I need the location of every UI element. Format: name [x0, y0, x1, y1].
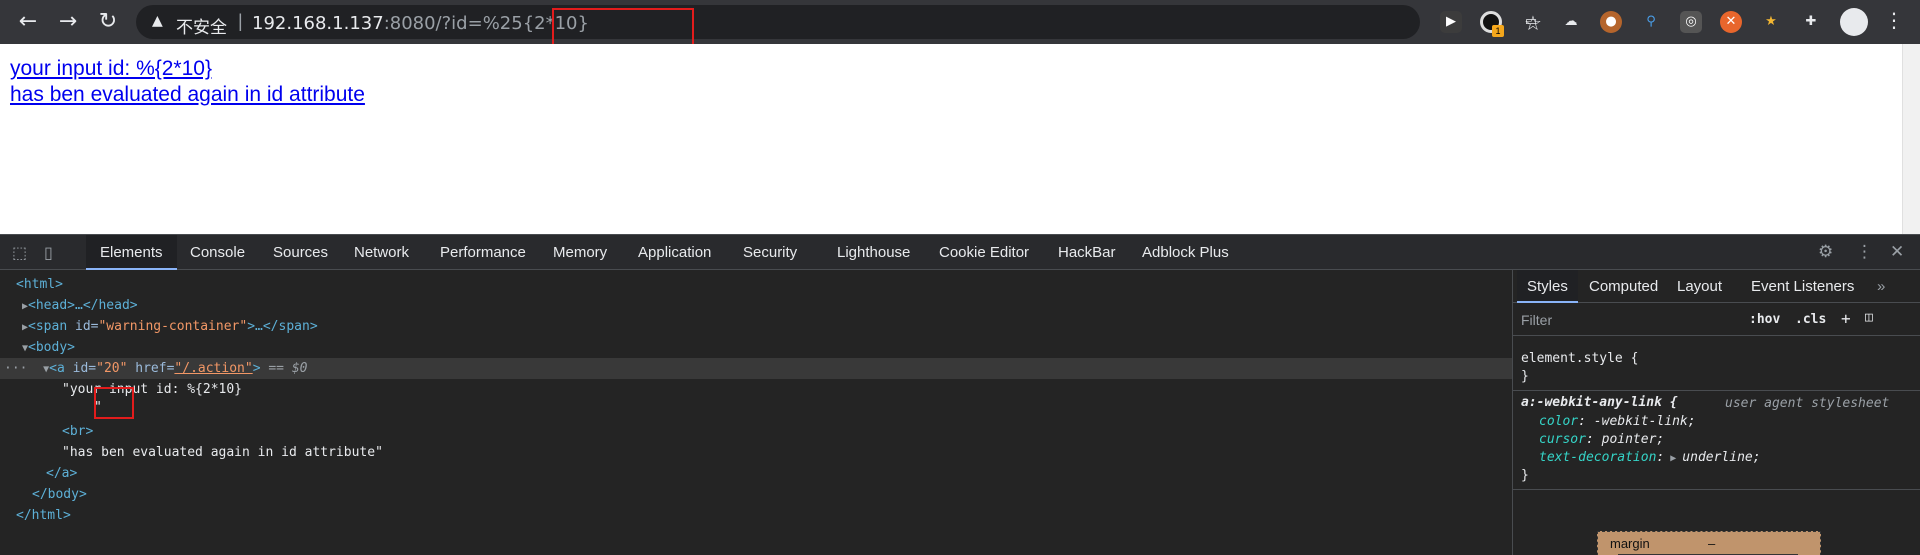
dom-node-html[interactable]: <html> [0, 274, 1512, 295]
hov-toggle[interactable]: :hov [1749, 312, 1780, 327]
tab-adblock-plus[interactable]: Adblock Plus [1142, 235, 1229, 270]
cat-icon[interactable]: ★ [1760, 11, 1782, 33]
tab-security[interactable]: Security [743, 235, 797, 270]
box-model-diagram[interactable]: margin – [1597, 531, 1821, 555]
dom-node-br[interactable]: <br> [0, 421, 1512, 442]
tab-hackbar[interactable]: HackBar [1058, 235, 1116, 270]
cloud-icon[interactable]: ☁ [1560, 11, 1582, 33]
puzzle-icon[interactable]: ✚ [1800, 11, 1822, 33]
devtools-panel: ⬚ ▯ Elements Console Sources Network Per… [0, 234, 1920, 555]
ua-prop-text-decoration[interactable]: text-decoration: ▶ underline; [1539, 449, 1761, 468]
glasses-icon[interactable]: ◎ [1680, 11, 1702, 33]
new-rule-icon[interactable]: + [1841, 309, 1851, 328]
avatar[interactable] [1840, 8, 1868, 36]
ua-rule-close: } [1521, 468, 1529, 483]
pin-icon[interactable]: ⚲ [1640, 11, 1662, 33]
inspect-element-icon[interactable]: ⬚ [12, 243, 27, 262]
link-line-1: your input id: %{2*10} [10, 57, 212, 80]
result-link[interactable]: your input id: %{2*10} has ben evaluated… [10, 56, 365, 108]
page-viewport: your input id: %{2*10} has ben evaluated… [0, 44, 1920, 234]
settings-gear-icon[interactable]: ⚙ [1818, 242, 1833, 262]
ua-prop-cursor[interactable]: cursor: pointer; [1539, 431, 1664, 449]
dom-node-head[interactable]: ▶<head>…</head> [0, 295, 1512, 316]
dom-text-1-end[interactable]: " [0, 397, 1512, 418]
devtools-tabbar: ⬚ ▯ Elements Console Sources Network Per… [0, 234, 1920, 270]
warning-icon[interactable]: ▲ [152, 13, 163, 29]
rule-divider [1513, 489, 1920, 490]
dom-text-2[interactable]: "has ben evaluated again in id attribute… [0, 442, 1512, 463]
tab-styles[interactable]: Styles [1517, 270, 1578, 303]
extension-badge: 1 [1492, 25, 1504, 37]
dom-node-html-close[interactable]: </html> [0, 505, 1512, 526]
url-host: 192.168.1.137 [252, 13, 384, 34]
reload-icon[interactable]: ↻ [94, 8, 122, 36]
tab-sources[interactable]: Sources [273, 235, 328, 270]
box-model-margin-label: margin [1610, 536, 1650, 551]
browser-toolbar: ← → ↻ ▲ 不安全 | 192.168.1.137:8080/?id=%25… [0, 0, 1920, 51]
devtools-menu-icon[interactable]: ⋮ [1856, 242, 1873, 262]
ua-rule-selector[interactable]: a:-webkit-any-link { [1521, 394, 1678, 412]
url-port: :8080/ [383, 13, 442, 34]
extension-icon[interactable]: ▶ [1440, 11, 1462, 33]
browser-menu-icon[interactable]: ⋮ [1884, 8, 1904, 32]
tab-elements[interactable]: Elements [86, 235, 177, 270]
dom-node-body[interactable]: ▼<body> [0, 337, 1512, 358]
dom-node-a-close[interactable]: </a> [0, 463, 1512, 484]
styles-filter-input[interactable] [1521, 310, 1741, 330]
tab-cookie-editor[interactable]: Cookie Editor [939, 235, 1029, 270]
tab-application[interactable]: Application [638, 235, 711, 270]
more-dots-icon[interactable]: ··· [4, 361, 27, 376]
close-devtools-icon[interactable]: ✕ [1890, 242, 1904, 262]
tab-event-listeners[interactable]: Event Listeners [1751, 270, 1854, 303]
filter-row: :hov .cls + ◫ [1513, 304, 1920, 336]
back-icon[interactable]: ← [14, 8, 42, 36]
address-bar[interactable]: ▲ 不安全 | 192.168.1.137:8080/?id=%25{2*10}… [136, 5, 1542, 51]
dom-tree: <html> ▶<head>…</head> ▶<span id="warnin… [0, 270, 1512, 555]
device-toolbar-icon[interactable]: ▯ [44, 243, 53, 262]
link-line-2: has ben evaluated again in id attribute [10, 83, 365, 106]
security-label[interactable]: 不安全 [176, 13, 227, 38]
more-tabs-icon[interactable]: » [1877, 270, 1885, 303]
forward-icon[interactable]: → [54, 8, 82, 36]
laptop-icon[interactable]: ▭ [1520, 11, 1542, 33]
tab-console[interactable]: Console [190, 235, 245, 270]
tab-lighthouse[interactable]: Lighthouse [837, 235, 910, 270]
ua-prop-color[interactable]: color: -webkit-link; [1539, 413, 1696, 431]
tab-performance[interactable]: Performance [440, 235, 526, 270]
dom-node-a-selected[interactable]: ··· ▼<a id="20" href="/.action"> == $0 [0, 358, 1512, 379]
element-style-rule[interactable]: element.style { [1521, 350, 1638, 368]
dom-node-span[interactable]: ▶<span id="warning-container">…</span> [0, 316, 1512, 337]
tab-network[interactable]: Network [354, 235, 409, 270]
tab-memory[interactable]: Memory [553, 235, 607, 270]
id-highlight-box [94, 387, 134, 419]
dom-node-body-close[interactable]: </body> [0, 484, 1512, 505]
cls-toggle[interactable]: .cls [1795, 312, 1826, 327]
url-text[interactable]: 192.168.1.137:8080/?id=%25{2*10} [252, 13, 589, 34]
toggle-sidebar-icon[interactable]: ◫ [1865, 310, 1873, 325]
styles-sidebar: Styles Computed Layout Event Listeners »… [1512, 270, 1920, 555]
cookie-icon[interactable]: ● [1600, 11, 1622, 33]
element-style-close: } [1521, 369, 1529, 384]
rule-divider [1513, 390, 1920, 391]
orange-extension-icon[interactable]: ✕ [1720, 11, 1742, 33]
separator: | [238, 11, 243, 31]
tab-layout[interactable]: Layout [1677, 270, 1722, 303]
tab-computed[interactable]: Computed [1589, 270, 1658, 303]
box-model-margin-value: – [1708, 536, 1716, 551]
ua-stylesheet-label: user agent stylesheet [1725, 396, 1890, 411]
sidebar-tabbar: Styles Computed Layout Event Listeners » [1513, 270, 1920, 303]
page-scrollbar[interactable] [1902, 44, 1920, 234]
